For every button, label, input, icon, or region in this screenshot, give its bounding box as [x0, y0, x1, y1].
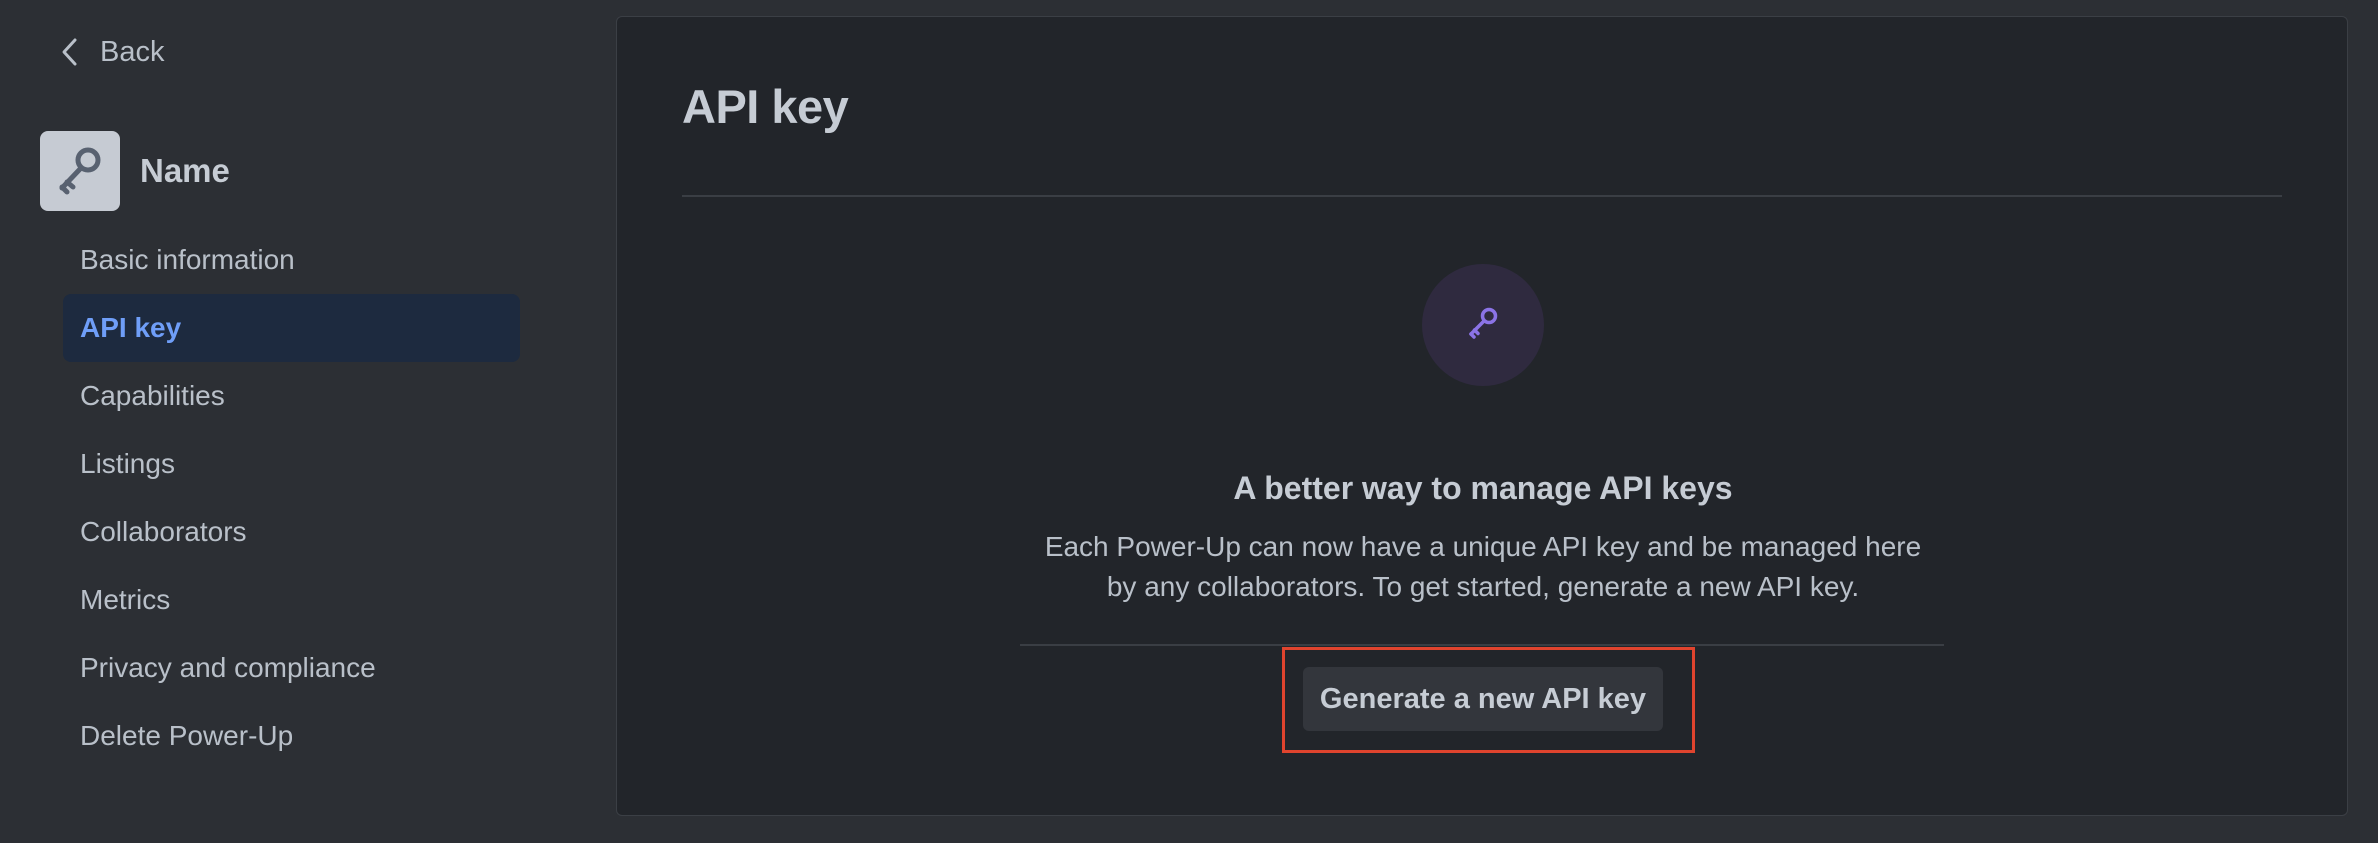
sidebar-item-label: Delete Power-Up	[80, 720, 294, 751]
sidebar-item-label: API key	[80, 312, 182, 343]
generate-api-key-button[interactable]: Generate a new API key	[1303, 667, 1663, 731]
app-name: Name	[140, 152, 230, 189]
sidebar-item-label: Capabilities	[80, 380, 225, 411]
empty-state-icon-badge	[1422, 264, 1544, 386]
sidebar-item-label: Metrics	[80, 584, 171, 615]
back-label: Back	[100, 35, 165, 68]
page-title: API key	[682, 80, 849, 133]
sidebar-item-basic-information[interactable]: Basic information	[63, 226, 520, 294]
sidebar-item-privacy-and-compliance[interactable]: Privacy and compliance	[63, 634, 520, 702]
sidebar-item-delete-power-up[interactable]: Delete Power-Up	[63, 702, 520, 770]
sidebar-item-label: Listings	[80, 448, 175, 479]
sidebar-item-api-key[interactable]: API key	[63, 294, 520, 362]
app-header: Name	[40, 131, 230, 211]
main-panel: API key A better way to manage API keys …	[616, 16, 2348, 816]
back-link[interactable]: Back	[60, 30, 164, 74]
sidebar-item-label: Privacy and compliance	[80, 652, 376, 683]
sidebar-item-metrics[interactable]: Metrics	[63, 566, 520, 634]
key-icon	[1463, 303, 1503, 348]
sidebar-item-label: Basic information	[80, 244, 295, 275]
sidebar-nav: API key Capabilities Listings Collaborat…	[63, 294, 520, 770]
empty-state-text-line: Each Power-Up can now have a unique API …	[1044, 531, 1922, 562]
divider	[1020, 644, 1944, 646]
sidebar-item-label: Collaborators	[80, 516, 247, 547]
sidebar: Back Name Basic information API key Capa…	[0, 0, 540, 843]
sidebar-item-capabilities[interactable]: Capabilities	[63, 362, 520, 430]
sidebar-item-listings[interactable]: Listings	[63, 430, 520, 498]
app-avatar	[40, 131, 120, 211]
empty-state-description: Each Power-Up can now have a unique API …	[617, 527, 2349, 607]
empty-state-text-line: by any collaborators. To get started, ge…	[1106, 571, 1860, 602]
key-icon	[50, 139, 110, 204]
title-divider	[682, 195, 2282, 197]
chevron-left-icon	[60, 37, 78, 67]
empty-state-heading: A better way to manage API keys	[1233, 470, 1733, 506]
sidebar-item-collaborators[interactable]: Collaborators	[63, 498, 520, 566]
